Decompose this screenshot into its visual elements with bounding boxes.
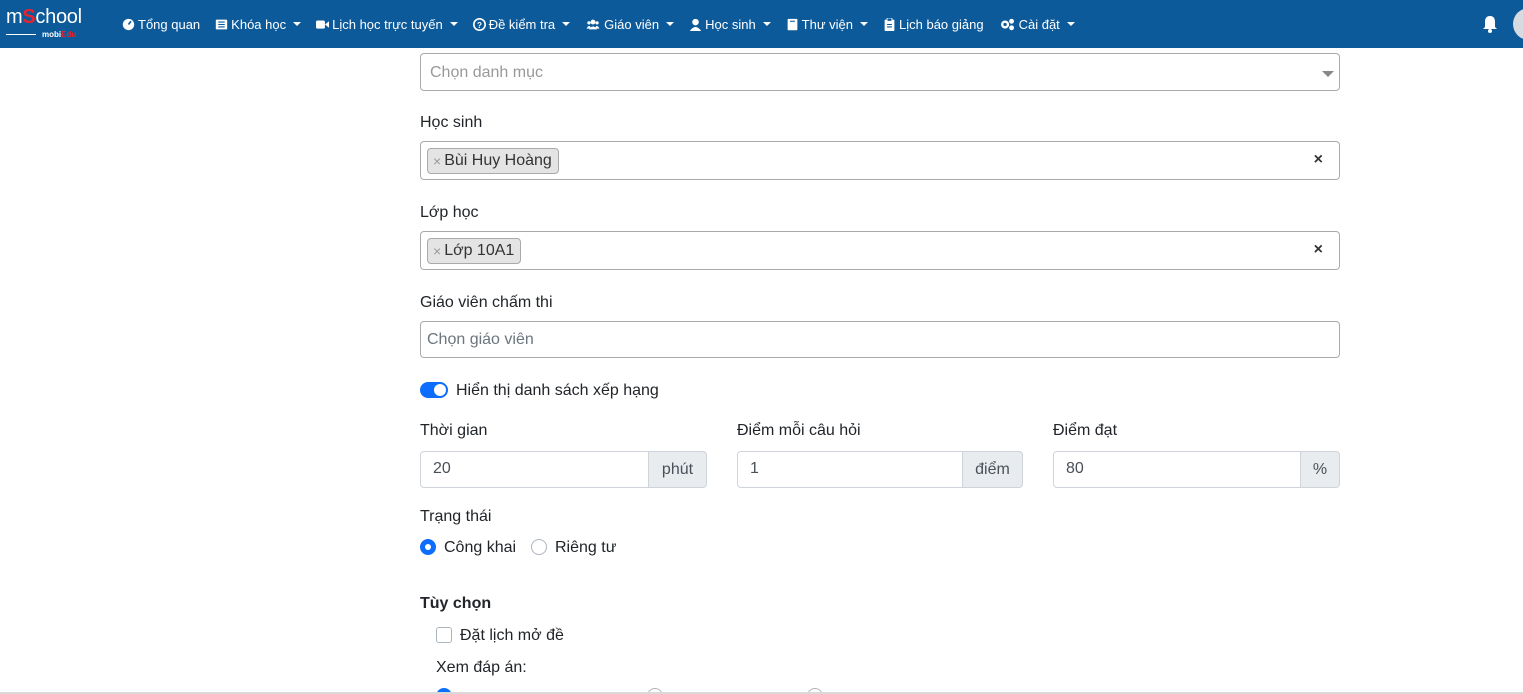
bell-icon	[1483, 16, 1497, 33]
chevron-down-icon	[449, 22, 458, 26]
class-tag-label: Lớp 10A1	[444, 242, 515, 259]
ranking-toggle-label: Hiển thị danh sách xếp hạng	[456, 382, 659, 399]
chevron-down-icon	[562, 22, 571, 26]
points-input[interactable]: 1	[737, 451, 963, 488]
nav-item-khoa-hoc[interactable]: Khóa học	[215, 16, 302, 32]
brand-name: mSchool	[6, 6, 82, 28]
nav-item-lich-bao-giang[interactable]: Lịch báo giảng	[883, 17, 984, 32]
student-tag: × Bùi Huy Hoàng	[427, 148, 559, 174]
tag-remove-icon[interactable]: ×	[433, 243, 441, 259]
video-icon	[316, 19, 330, 29]
nav-item-cai-dat[interactable]: Cài đặt	[999, 17, 1075, 32]
chevron-down-icon	[860, 22, 869, 26]
status-public-radio[interactable]	[420, 539, 436, 555]
nav-item-tong-quan[interactable]: Tổng quan	[122, 17, 200, 32]
book-icon	[787, 18, 798, 30]
avatar[interactable]	[1513, 8, 1523, 40]
status-label: Trạng thái	[420, 508, 492, 525]
svg-text:?: ?	[477, 20, 482, 29]
nav-item-hoc-sinh[interactable]: Học sinh	[689, 17, 771, 32]
brand-subtitle: mobiEdu	[42, 30, 77, 39]
student-tag-label: Bùi Huy Hoàng	[444, 152, 552, 169]
grader-input[interactable]: Chọn giáo viên	[420, 321, 1340, 358]
pass-score-group: 80 %	[1053, 451, 1340, 488]
status-private-label: Riêng tư	[555, 539, 617, 556]
chevron-down-icon	[1066, 22, 1075, 26]
duration-group: 20 phút	[420, 451, 707, 488]
category-placeholder: Chọn danh mục	[430, 64, 543, 81]
clear-classes-button[interactable]: ×	[1314, 241, 1323, 259]
nav-label: Khóa học	[231, 16, 287, 32]
points-unit: điểm	[963, 451, 1023, 488]
chevron-down-icon	[762, 22, 771, 26]
tag-remove-icon[interactable]: ×	[433, 153, 441, 169]
classes-label: Lớp học	[420, 204, 479, 221]
dashboard-icon	[122, 18, 135, 30]
class-tag: × Lớp 10A1	[427, 238, 522, 264]
chevron-down-icon	[666, 22, 675, 26]
nav-label: Cài đặt	[1018, 16, 1060, 32]
list-icon	[215, 19, 228, 29]
pass-score-unit: %	[1301, 451, 1340, 488]
students-label: Học sinh	[420, 114, 483, 131]
users-icon	[586, 19, 600, 29]
grader-placeholder: Chọn giáo viên	[427, 331, 534, 348]
clear-students-button[interactable]: ×	[1314, 151, 1323, 169]
nav-label: Lịch báo giảng	[899, 16, 984, 32]
nav-item-giao-vien[interactable]: Giáo viên	[585, 16, 675, 32]
chevron-down-icon	[1322, 71, 1334, 77]
category-select[interactable]: Chọn danh mục	[420, 53, 1340, 91]
pass-score-label: Điểm đạt	[1053, 422, 1118, 439]
nav-item-de-kiem-tra[interactable]: ? Đề kiểm tra	[472, 16, 571, 32]
notifications-button[interactable]	[1482, 15, 1498, 33]
points-group: 1 điểm	[737, 451, 1023, 488]
duration-unit: phút	[649, 451, 707, 488]
grader-label: Giáo viên chấm thi	[420, 294, 553, 311]
ranking-toggle[interactable]	[420, 382, 448, 398]
toggle-knob	[434, 384, 446, 396]
brand-underline	[6, 34, 36, 35]
nav-label: Học sinh	[705, 16, 756, 32]
nav-label: Lịch học trực tuyến	[332, 16, 443, 32]
view-answers-label: Xem đáp án:	[436, 659, 527, 676]
status-private-radio[interactable]	[531, 539, 547, 555]
question-circle-icon: ?	[472, 17, 486, 31]
pass-score-input[interactable]: 80	[1053, 451, 1301, 488]
schedule-label: Đặt lịch mở đề	[460, 627, 564, 644]
options-title: Tùy chọn	[420, 595, 492, 612]
nav-label: Giáo viên	[604, 16, 660, 32]
brand-logo[interactable]: mSchool mobiEdu	[6, 6, 102, 42]
nav-label: Thư viện	[801, 16, 854, 32]
classes-multiselect[interactable]: × Lớp 10A1 ×	[420, 231, 1340, 270]
nav-label: Tổng quan	[138, 16, 201, 32]
top-navbar: mSchool mobiEdu Tổng quan Khóa học Lịch …	[0, 0, 1523, 48]
points-label: Điểm mỗi câu hỏi	[737, 422, 861, 439]
students-multiselect[interactable]: × Bùi Huy Hoàng ×	[420, 141, 1340, 180]
nav-item-thu-vien[interactable]: Thư viện	[786, 16, 869, 32]
duration-label: Thời gian	[420, 422, 488, 439]
nav-label: Đề kiểm tra	[488, 16, 556, 32]
clipboard-icon	[884, 17, 895, 31]
gears-icon	[1000, 18, 1014, 30]
chevron-down-icon	[293, 22, 302, 26]
schedule-checkbox[interactable]	[436, 627, 452, 643]
duration-input[interactable]: 20	[420, 451, 649, 488]
nav-item-lich-hoc-truc-tuyen[interactable]: Lịch học trực tuyến	[316, 17, 458, 32]
status-public-label: Công khai	[444, 539, 517, 556]
user-icon	[689, 18, 702, 31]
nav-menu: Tổng quan Khóa học Lịch học trực tuyến ?…	[122, 0, 1090, 48]
